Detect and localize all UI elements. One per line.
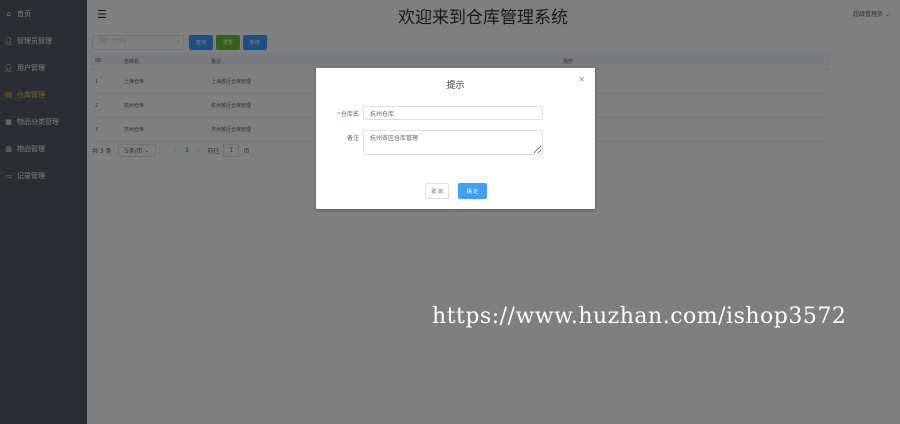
required-mark: * xyxy=(336,110,340,118)
modal-overlay[interactable] xyxy=(0,0,900,424)
edit-dialog: 提示 ✕ *仓库名 备注 杭州各区仓库管理 取 消 确 定 xyxy=(316,68,595,209)
remark-label: 备注 xyxy=(346,135,359,142)
remark-textarea[interactable]: 杭州各区仓库管理 xyxy=(363,130,543,155)
name-input[interactable] xyxy=(363,106,543,120)
close-icon[interactable]: ✕ xyxy=(578,75,585,84)
name-label: *仓库名 xyxy=(336,110,359,118)
form-row-remark: 备注 杭州各区仓库管理 xyxy=(316,130,543,155)
form-row-name: *仓库名 xyxy=(316,106,543,120)
cancel-button[interactable]: 取 消 xyxy=(425,183,449,199)
dialog-title: 提示 xyxy=(446,81,465,91)
watermark-text: https://www.huzhan.com/ishop3572 xyxy=(432,304,847,329)
confirm-button[interactable]: 确 定 xyxy=(458,183,487,199)
